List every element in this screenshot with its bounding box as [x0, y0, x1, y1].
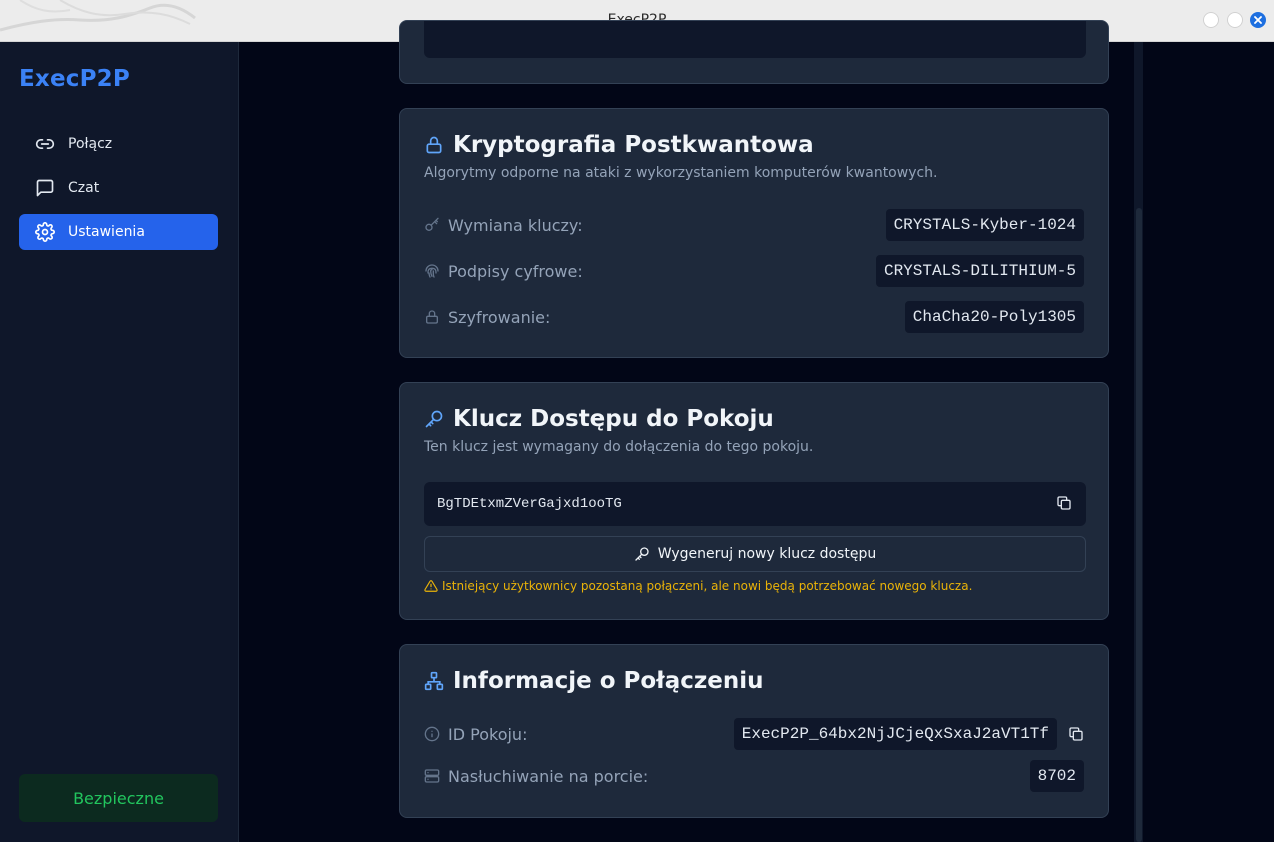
sidebar-item-label: Czat — [68, 180, 100, 196]
key-exchange-value: CRYSTALS-Kyber-1024 — [885, 209, 1084, 241]
security-status-badge: Bezpieczne — [19, 774, 218, 822]
crypto-card: Kryptografia Postkwantowa Algorytmy odpo… — [399, 108, 1109, 358]
regenerate-key-button[interactable]: Wygeneruj nowy klucz dostępu — [424, 536, 1086, 572]
encryption-value: ChaCha20-Poly1305 — [904, 301, 1084, 333]
regenerate-warning-text: Istniejący użytkownicy pozostaną połącze… — [442, 579, 973, 593]
gear-icon — [35, 222, 55, 242]
sidebar: ExecP2P Połącz Czat Ustawienia Bezpieczn… — [0, 42, 239, 842]
previous-card-field — [424, 21, 1086, 58]
copy-icon[interactable] — [1056, 495, 1072, 511]
sidebar-item-label: Ustawienia — [68, 224, 145, 240]
room-id-row: ID Pokoju: ExecP2P_64bx2NjJCjeQxSxaJ2aVT… — [424, 718, 1084, 750]
sidebar-item-label: Połącz — [68, 136, 113, 152]
scrollbar-thumb[interactable] — [1136, 208, 1142, 842]
port-row: Nasłuchiwanie na porcie: 8702 — [424, 760, 1084, 792]
key-icon — [425, 217, 439, 231]
warning-icon — [424, 580, 438, 592]
close-icon — [1254, 16, 1262, 24]
sidebar-item-connect[interactable]: Połącz — [19, 126, 218, 162]
port-value: 8702 — [1029, 760, 1084, 792]
key-exchange-label: Wymiana kluczy: — [448, 215, 583, 235]
copy-icon[interactable] — [1068, 726, 1084, 742]
access-key-description: Ten klucz jest wymagany do dołączenia do… — [424, 439, 814, 455]
sidebar-item-settings[interactable]: Ustawienia — [19, 214, 218, 250]
chat-icon — [36, 179, 54, 197]
crypto-card-title: Kryptografia Postkwantowa — [453, 132, 814, 158]
key-icon — [425, 410, 443, 428]
minimize-button[interactable] — [1203, 12, 1219, 28]
access-key-field[interactable]: BgTDEtxmZVerGajxd1ooTG — [424, 482, 1086, 526]
lock-icon — [426, 310, 438, 324]
previous-card — [399, 20, 1109, 84]
encryption-label: Szyfrowanie: — [448, 307, 551, 327]
close-button[interactable] — [1250, 12, 1266, 28]
access-key-value: BgTDEtxmZVerGajxd1ooTG — [437, 496, 622, 512]
crypto-card-heading: Kryptografia Postkwantowa — [424, 132, 814, 158]
sidebar-item-chat[interactable]: Czat — [19, 170, 218, 206]
signatures-value: CRYSTALS-DILITHIUM-5 — [875, 255, 1084, 287]
access-key-card: Klucz Dostępu do Pokoju Ten klucz jest w… — [399, 382, 1109, 620]
fingerprint-icon — [425, 264, 439, 278]
signatures-row: Podpisy cyfrowe: CRYSTALS-DILITHIUM-5 — [424, 255, 1084, 287]
access-key-card-heading: Klucz Dostępu do Pokoju — [424, 406, 774, 432]
server-icon — [424, 769, 440, 783]
room-id-value: ExecP2P_64bx2NjJCjeQxSxaJ2aVT1Tf — [733, 718, 1057, 750]
maximize-button[interactable] — [1227, 12, 1243, 28]
key-icon — [635, 547, 649, 561]
connection-card: Informacje o Połączeniu ID Pokoju: ExecP… — [399, 644, 1109, 818]
regenerate-key-label: Wygeneruj nowy klucz dostępu — [657, 546, 877, 562]
key-exchange-row: Wymiana kluczy: CRYSTALS-Kyber-1024 — [424, 209, 1084, 241]
port-label: Nasłuchiwanie na porcie: — [448, 766, 649, 786]
lock-icon — [426, 136, 442, 154]
connection-card-heading: Informacje o Połączeniu — [424, 668, 763, 694]
access-key-card-title: Klucz Dostępu do Pokoju — [453, 406, 774, 432]
app-brand: ExecP2P — [19, 66, 130, 92]
connection-card-title: Informacje o Połączeniu — [453, 668, 764, 694]
room-id-label: ID Pokoju: — [448, 724, 528, 744]
network-icon — [424, 671, 444, 691]
signatures-label: Podpisy cyfrowe: — [448, 261, 583, 281]
regenerate-warning: Istniejący użytkownicy pozostaną połącze… — [424, 579, 972, 593]
crypto-card-description: Algorytmy odporne na ataki z wykorzystan… — [424, 165, 938, 181]
encryption-row: Szyfrowanie: ChaCha20-Poly1305 — [424, 301, 1084, 333]
info-icon — [424, 726, 440, 742]
link-icon — [35, 139, 55, 149]
